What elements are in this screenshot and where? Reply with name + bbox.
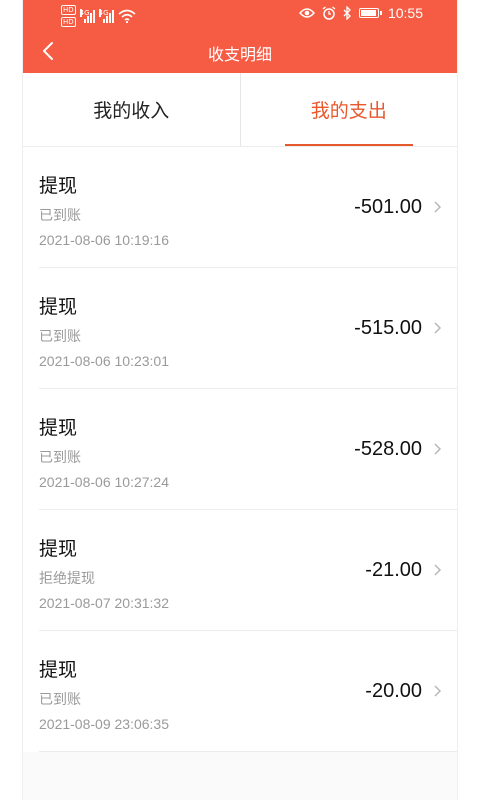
network-type-label: 4G <box>98 9 109 17</box>
record-status: 已到账 <box>39 329 81 345</box>
signal-icon: 4G <box>98 9 114 23</box>
record-time: 2021-08-06 10:27:24 <box>39 474 169 490</box>
network-type-label: 4G <box>79 9 90 17</box>
record-list: 提现 已到账 2021-08-06 10:19:16 -501.00 提现 已到… <box>23 147 457 752</box>
record-title: 提现 <box>39 659 78 681</box>
status-time: 10:55 <box>387 5 423 21</box>
record-title: 提现 <box>39 296 78 318</box>
record-time: 2021-08-06 10:19:16 <box>39 232 169 248</box>
record-time: 2021-08-09 23:06:35 <box>39 716 169 732</box>
list-item[interactable]: 提现 已到账 2021-08-09 23:06:35 -20.00 <box>39 631 457 752</box>
record-time: 2021-08-07 20:31:32 <box>39 595 169 611</box>
bluetooth-icon <box>343 6 351 20</box>
hd-badge: HD <box>61 17 76 27</box>
status-right: 10:55 <box>298 5 423 21</box>
record-status: 拒绝提现 <box>39 571 95 587</box>
status-bar: HD HD 4G 4G 10:55 <box>23 0 457 30</box>
chevron-right-icon <box>434 322 442 334</box>
chevron-right-icon <box>434 443 442 455</box>
status-left: HD HD 4G 4G <box>61 5 136 27</box>
list-item[interactable]: 提现 已到账 2021-08-06 10:23:01 -515.00 <box>39 268 457 389</box>
alarm-icon <box>322 6 336 20</box>
chevron-right-icon <box>434 201 442 213</box>
record-title: 提现 <box>39 417 78 439</box>
app-screen: HD HD 4G 4G 10:55 收支明细 我的收入 我的支出 提现 已到账 … <box>22 0 458 800</box>
tab-bar: 我的收入 我的支出 <box>23 73 457 147</box>
tab-income[interactable]: 我的收入 <box>23 73 240 146</box>
tab-expense[interactable]: 我的支出 <box>239 73 458 146</box>
record-amount: -21.00 <box>365 559 422 581</box>
list-item[interactable]: 提现 已到账 2021-08-06 10:19:16 -501.00 <box>39 147 457 268</box>
eye-icon <box>298 8 315 18</box>
list-item[interactable]: 提现 已到账 2021-08-06 10:27:24 -528.00 <box>39 389 457 510</box>
hd-badges: HD HD <box>61 5 76 27</box>
wifi-icon <box>118 9 136 23</box>
nav-bar: 收支明细 <box>23 30 457 73</box>
record-status: 已到账 <box>39 450 81 466</box>
chevron-right-icon <box>434 564 442 576</box>
record-amount: -515.00 <box>354 317 422 339</box>
record-title: 提现 <box>39 538 78 560</box>
signal-icon: 4G <box>79 9 95 23</box>
page-title: 收支明细 <box>207 45 272 64</box>
record-status: 已到账 <box>39 692 81 708</box>
hd-badge: HD <box>61 5 76 15</box>
record-amount: -501.00 <box>354 196 422 218</box>
header-bar: HD HD 4G 4G 10:55 收支明细 <box>23 0 457 73</box>
record-status: 已到账 <box>39 208 81 224</box>
record-amount: -20.00 <box>365 680 422 702</box>
record-time: 2021-08-06 10:23:01 <box>39 353 169 369</box>
chevron-right-icon <box>434 685 442 697</box>
battery-icon <box>358 8 382 18</box>
record-amount: -528.00 <box>354 438 422 460</box>
record-title: 提现 <box>39 175 78 197</box>
list-item[interactable]: 提现 拒绝提现 2021-08-07 20:31:32 -21.00 <box>39 510 457 631</box>
